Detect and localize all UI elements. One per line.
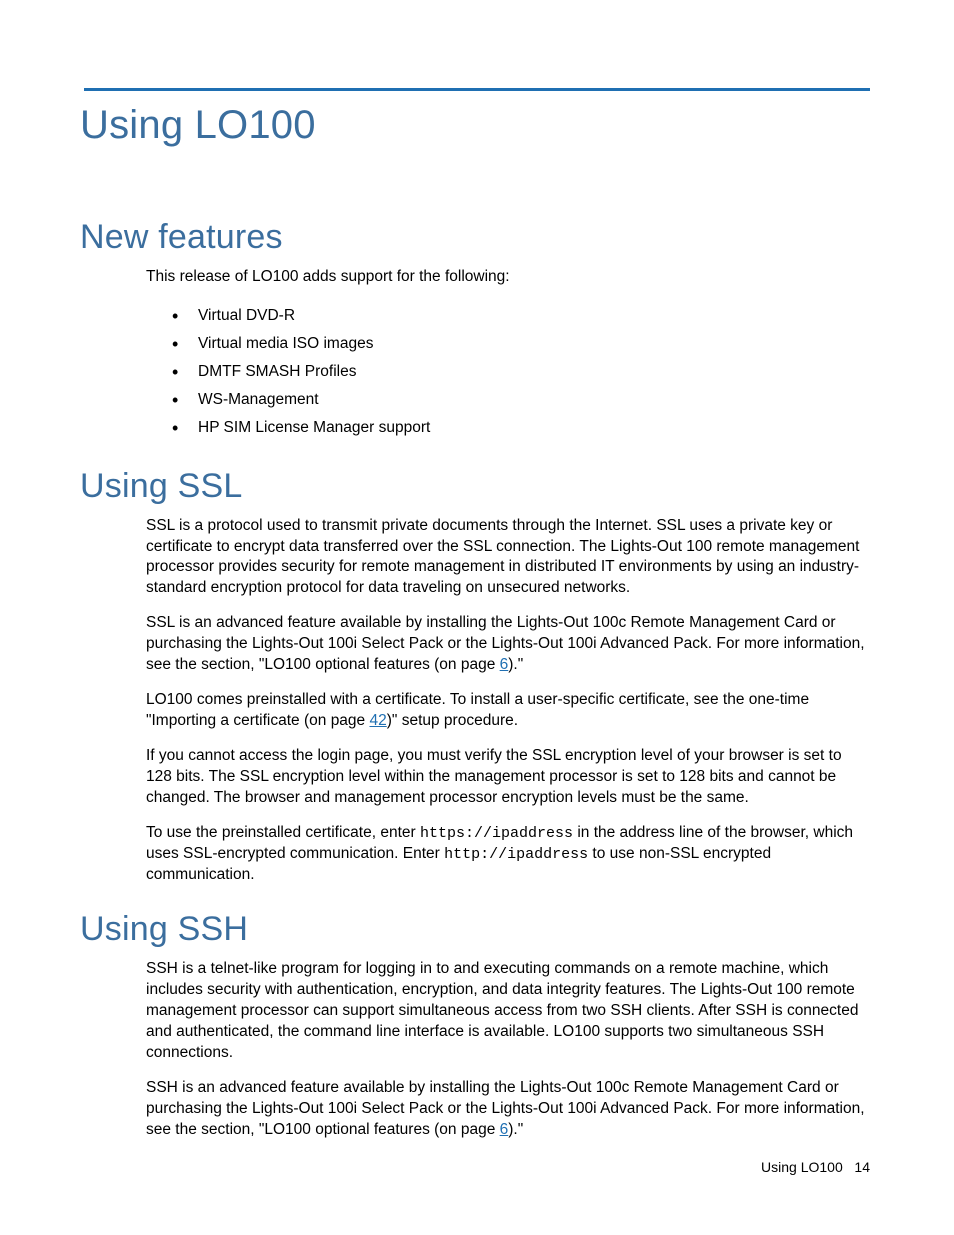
- ssl-para-4: If you cannot access the login page, you…: [146, 746, 870, 809]
- ssl-para-5: To use the preinstalled certificate, ent…: [146, 823, 870, 886]
- page-link-42[interactable]: 42: [369, 712, 386, 729]
- heading-using-ssl: Using SSL: [80, 467, 870, 506]
- text-run: )" setup procedure.: [387, 712, 518, 729]
- page-link-6[interactable]: 6: [500, 1121, 509, 1138]
- list-item: HP SIM License Manager support: [180, 414, 870, 442]
- ssh-para-1: SSH is a telnet-like program for logging…: [146, 959, 870, 1064]
- page-footer: Using LO100 14: [761, 1159, 870, 1175]
- list-item: DMTF SMASH Profiles: [180, 358, 870, 386]
- page: Using LO100 New features This release of…: [0, 0, 954, 1235]
- list-item: Virtual DVD-R: [180, 302, 870, 330]
- ssl-para-2: SSL is an advanced feature available by …: [146, 613, 870, 676]
- footer-page-number: 14: [854, 1159, 870, 1175]
- horizontal-rule: [84, 88, 870, 91]
- ssl-para-1: SSL is a protocol used to transmit priva…: [146, 516, 870, 600]
- page-title: Using LO100: [80, 103, 870, 148]
- heading-new-features: New features: [80, 218, 870, 257]
- ssl-para-3: LO100 comes preinstalled with a certific…: [146, 690, 870, 732]
- text-run: ).": [508, 656, 523, 673]
- heading-using-ssh: Using SSH: [80, 910, 870, 949]
- list-item: Virtual media ISO images: [180, 330, 870, 358]
- text-run: ).": [508, 1121, 523, 1138]
- list-item: WS-Management: [180, 386, 870, 414]
- code-https-ipaddress: https://ipaddress: [420, 825, 573, 842]
- footer-label: Using LO100: [761, 1159, 843, 1175]
- section-body-using-ssl: SSL is a protocol used to transmit priva…: [146, 516, 870, 886]
- new-features-intro: This release of LO100 adds support for t…: [146, 267, 870, 288]
- page-link-6[interactable]: 6: [500, 656, 509, 673]
- text-run: To use the preinstalled certificate, ent…: [146, 824, 420, 841]
- ssh-para-2: SSH is an advanced feature available by …: [146, 1078, 870, 1141]
- section-body-using-ssh: SSH is a telnet-like program for logging…: [146, 959, 870, 1140]
- feature-list: Virtual DVD-R Virtual media ISO images D…: [180, 302, 870, 443]
- section-body-new-features: This release of LO100 adds support for t…: [146, 267, 870, 443]
- code-http-ipaddress: http://ipaddress: [444, 846, 588, 863]
